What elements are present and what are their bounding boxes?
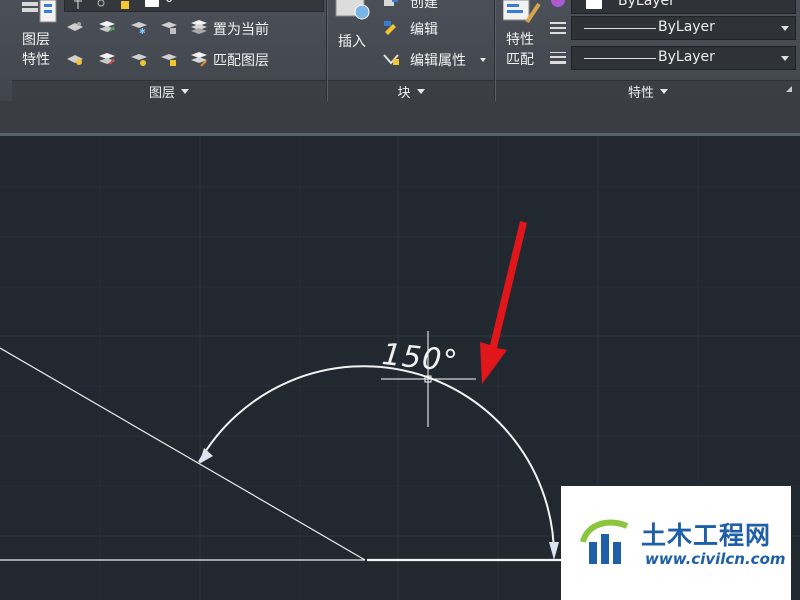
layer-lock-icon[interactable] bbox=[160, 19, 178, 35]
edit-block-icon[interactable] bbox=[382, 19, 400, 35]
linetype-preview bbox=[584, 28, 656, 29]
edit-attributes-dropdown-icon[interactable] bbox=[480, 58, 486, 62]
block-panel-title[interactable]: 块 bbox=[328, 80, 494, 102]
file-tab-strip bbox=[0, 101, 800, 134]
lineweight-icon bbox=[550, 52, 566, 64]
lineweight-value: ByLayer bbox=[658, 49, 715, 65]
edit-button[interactable]: 编辑 bbox=[410, 19, 438, 39]
linetype-dropdown[interactable]: ByLayer bbox=[571, 16, 796, 40]
layer-thaw-icon[interactable] bbox=[130, 51, 148, 67]
chevron-down-icon bbox=[660, 89, 668, 94]
layer-properties-label-2: 特性 bbox=[22, 52, 50, 68]
layer-unisolate-icon[interactable] bbox=[98, 51, 116, 67]
angular-dimension-arc[interactable] bbox=[198, 365, 555, 557]
linetype-icon bbox=[550, 22, 566, 34]
layer-dropdown[interactable]: 0 bbox=[64, 0, 324, 12]
watermark: 土木工程网 www.civilcn.com bbox=[561, 486, 791, 600]
chevron-down-icon bbox=[416, 89, 425, 94]
layer-color-swatch bbox=[145, 0, 159, 7]
angled-line[interactable] bbox=[0, 347, 366, 561]
color-wheel-icon bbox=[551, 0, 565, 7]
lightbulb-icon bbox=[74, 0, 82, 9]
layer-freeze-icon[interactable]: ✱ bbox=[130, 19, 148, 35]
insert-block-icon[interactable] bbox=[334, 0, 372, 22]
edit-attributes-icon[interactable] bbox=[382, 51, 400, 67]
properties-panel-title[interactable]: 特性 bbox=[496, 80, 800, 102]
match-layer-icon[interactable] bbox=[190, 51, 208, 67]
color-swatch bbox=[586, 0, 602, 9]
lineweight-dropdown[interactable]: ByLayer bbox=[571, 46, 796, 70]
ribbon: 图层 特性 0 ✱ 置为当前 匹配图层 图层 bbox=[0, 0, 800, 102]
red-annotation-arrow bbox=[480, 221, 527, 384]
set-current-icon[interactable] bbox=[190, 19, 208, 35]
edit-attributes-button[interactable]: 编辑属性 bbox=[410, 50, 466, 70]
layer-on-icon[interactable] bbox=[66, 51, 84, 67]
layer-panel-title[interactable]: 图层 bbox=[12, 80, 326, 102]
linetype-value: ByLayer bbox=[658, 19, 715, 35]
match-properties-label-1: 特性 bbox=[506, 32, 534, 48]
match-layer-button[interactable]: 匹配图层 bbox=[213, 50, 269, 70]
layer-properties-button[interactable]: 图层 特性 bbox=[22, 30, 50, 70]
watermark-brand: 土木工程网 bbox=[641, 521, 772, 550]
insert-button[interactable]: 插入 bbox=[338, 31, 366, 51]
chevron-down-icon bbox=[781, 26, 789, 31]
dimension-arrowhead-left bbox=[199, 448, 213, 464]
lineweight-preview bbox=[584, 58, 656, 59]
layer-properties-icon bbox=[22, 0, 57, 23]
properties-panel-title-label: 特性 bbox=[627, 86, 654, 101]
chevron-down-icon bbox=[781, 56, 789, 61]
layer-unlock-icon[interactable] bbox=[160, 51, 178, 67]
match-properties-label-2: 匹配 bbox=[506, 52, 534, 68]
panel-launcher-icon[interactable] bbox=[785, 85, 793, 93]
set-current-button[interactable]: 置为当前 bbox=[213, 19, 269, 39]
layer-properties-label-1: 图层 bbox=[22, 32, 50, 48]
watermark-url: www.civilcn.com bbox=[645, 550, 786, 568]
color-dropdown[interactable]: ByLayer bbox=[571, 0, 796, 14]
layer-off-icon[interactable] bbox=[66, 19, 84, 35]
current-layer-name: 0 bbox=[165, 0, 173, 6]
chevron-down-icon bbox=[181, 89, 189, 94]
lock-icon bbox=[121, 1, 129, 9]
create-button[interactable]: 创建 bbox=[410, 0, 438, 12]
block-panel-title-label: 块 bbox=[397, 86, 411, 101]
layer-panel-title-label: 图层 bbox=[148, 86, 175, 101]
layer-isolate-icon[interactable] bbox=[98, 19, 116, 35]
sun-icon bbox=[97, 0, 105, 7]
color-value: ByLayer bbox=[618, 0, 675, 9]
create-block-icon[interactable] bbox=[382, 0, 400, 10]
match-properties-button[interactable]: 特性 匹配 bbox=[506, 30, 534, 70]
svg-text:✱: ✱ bbox=[139, 27, 146, 35]
dimension-arrowhead-right bbox=[549, 542, 559, 560]
match-properties-icon[interactable] bbox=[503, 0, 543, 26]
watermark-logo-icon bbox=[580, 519, 629, 564]
